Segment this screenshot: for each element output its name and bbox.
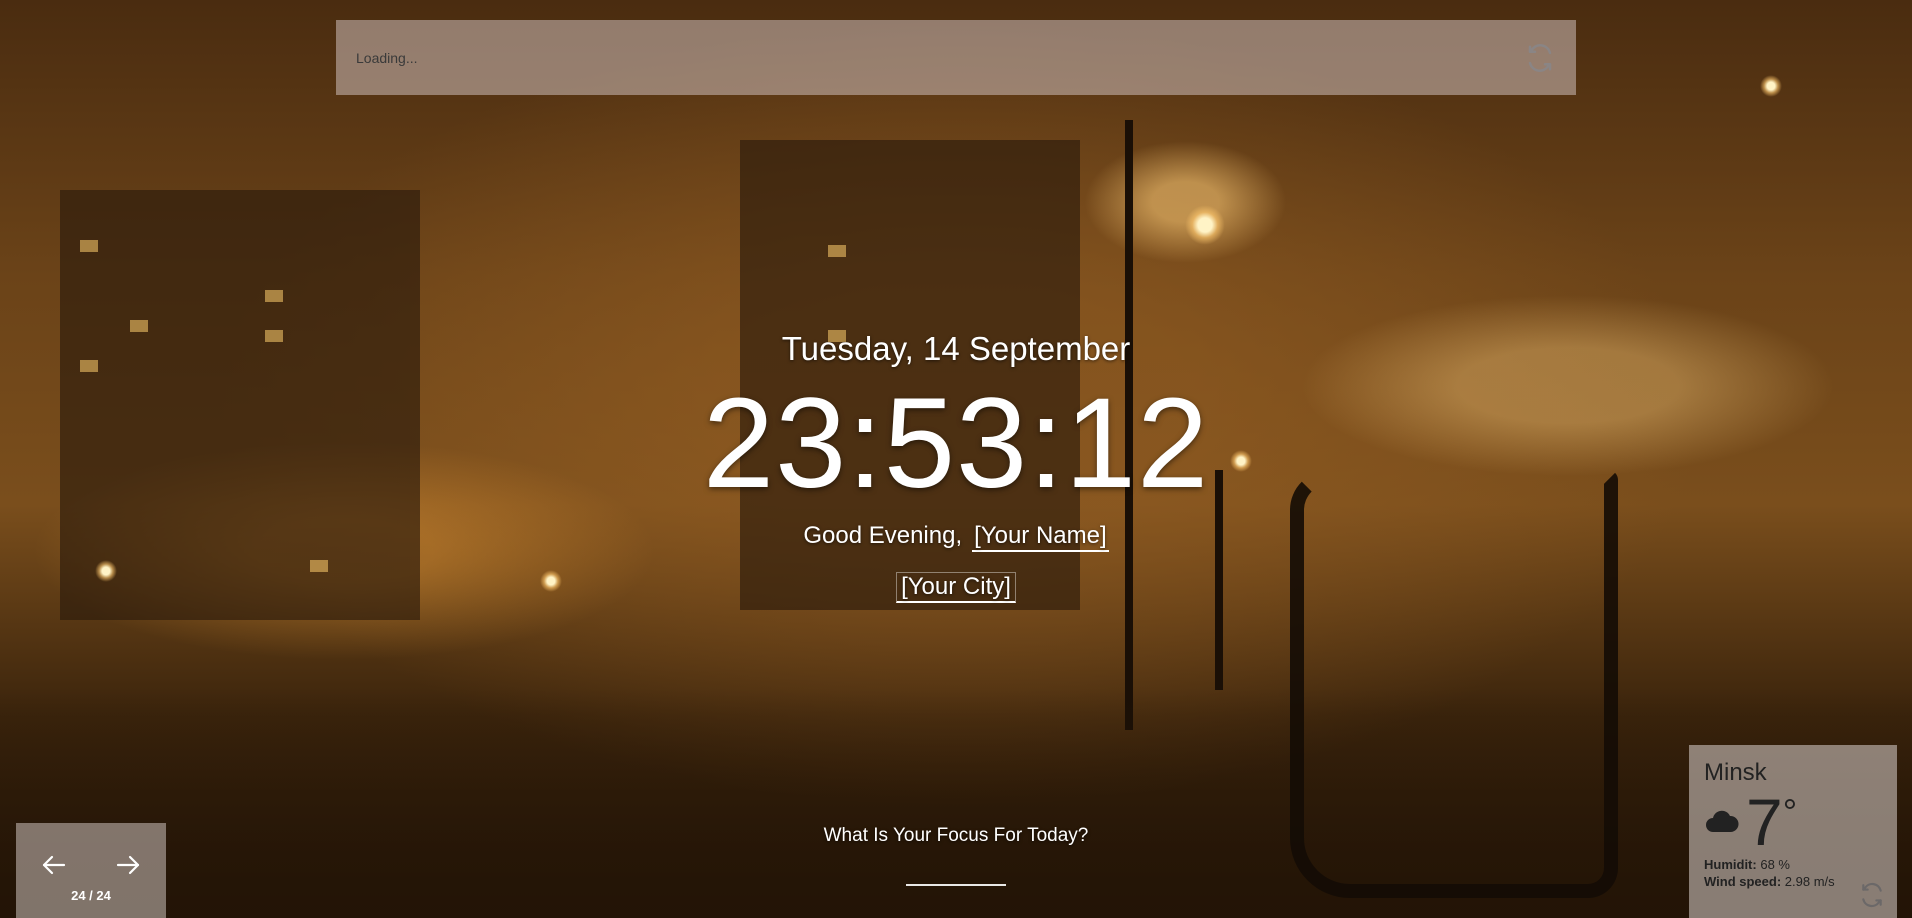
humidity-value: 68 % — [1760, 857, 1790, 872]
city-input[interactable]: [Your City] — [896, 572, 1016, 603]
wind-value: 2.98 m/s — [1784, 874, 1835, 889]
prev-background-button[interactable] — [34, 845, 74, 885]
next-background-button[interactable] — [108, 845, 148, 885]
degree-symbol: ° — [1782, 791, 1798, 832]
arrow-right-icon — [116, 855, 140, 875]
focus-prompt: What Is Your Focus For Today? — [823, 825, 1089, 846]
weather-city: Minsk — [1704, 759, 1767, 786]
quote-text: Loading... — [356, 49, 418, 66]
date-text: Tuesday, 14 September — [781, 330, 1131, 367]
weather-temperature: 7 — [1746, 785, 1783, 859]
clock-panel: Tuesday, 14 September 23:53:12 Good Even… — [0, 330, 1912, 603]
wind-label: Wind speed: — [1704, 874, 1782, 889]
cloud-icon — [1706, 810, 1739, 832]
refresh-icon — [1862, 882, 1882, 908]
refresh-icon — [1528, 43, 1552, 72]
name-input[interactable]: [Your Name] — [972, 522, 1109, 552]
greeting-text: Good Evening, — [803, 522, 963, 549]
weather-humidity: Humidit: 68 % — [1704, 857, 1882, 872]
humidity-label: Humidit: — [1704, 857, 1757, 872]
clock-time: 23:53:12 — [702, 372, 1210, 515]
slide-counter: 24 / 24 — [71, 888, 111, 903]
focus-input[interactable] — [906, 884, 1006, 886]
quote-bar: Loading... — [336, 20, 1576, 95]
greeting: Good Evening, [Your Name] — [0, 522, 1912, 552]
weather-widget: Minsk 7 ° Humidit: 68 % Wind speed: 2.98… — [1689, 745, 1897, 918]
refresh-quote-button[interactable] — [1524, 42, 1556, 74]
refresh-weather-button[interactable] — [1859, 882, 1885, 908]
background-slider: 24 / 24 — [16, 823, 166, 918]
arrow-left-icon — [42, 855, 66, 875]
weather-wind: Wind speed: 2.98 m/s — [1704, 874, 1882, 889]
